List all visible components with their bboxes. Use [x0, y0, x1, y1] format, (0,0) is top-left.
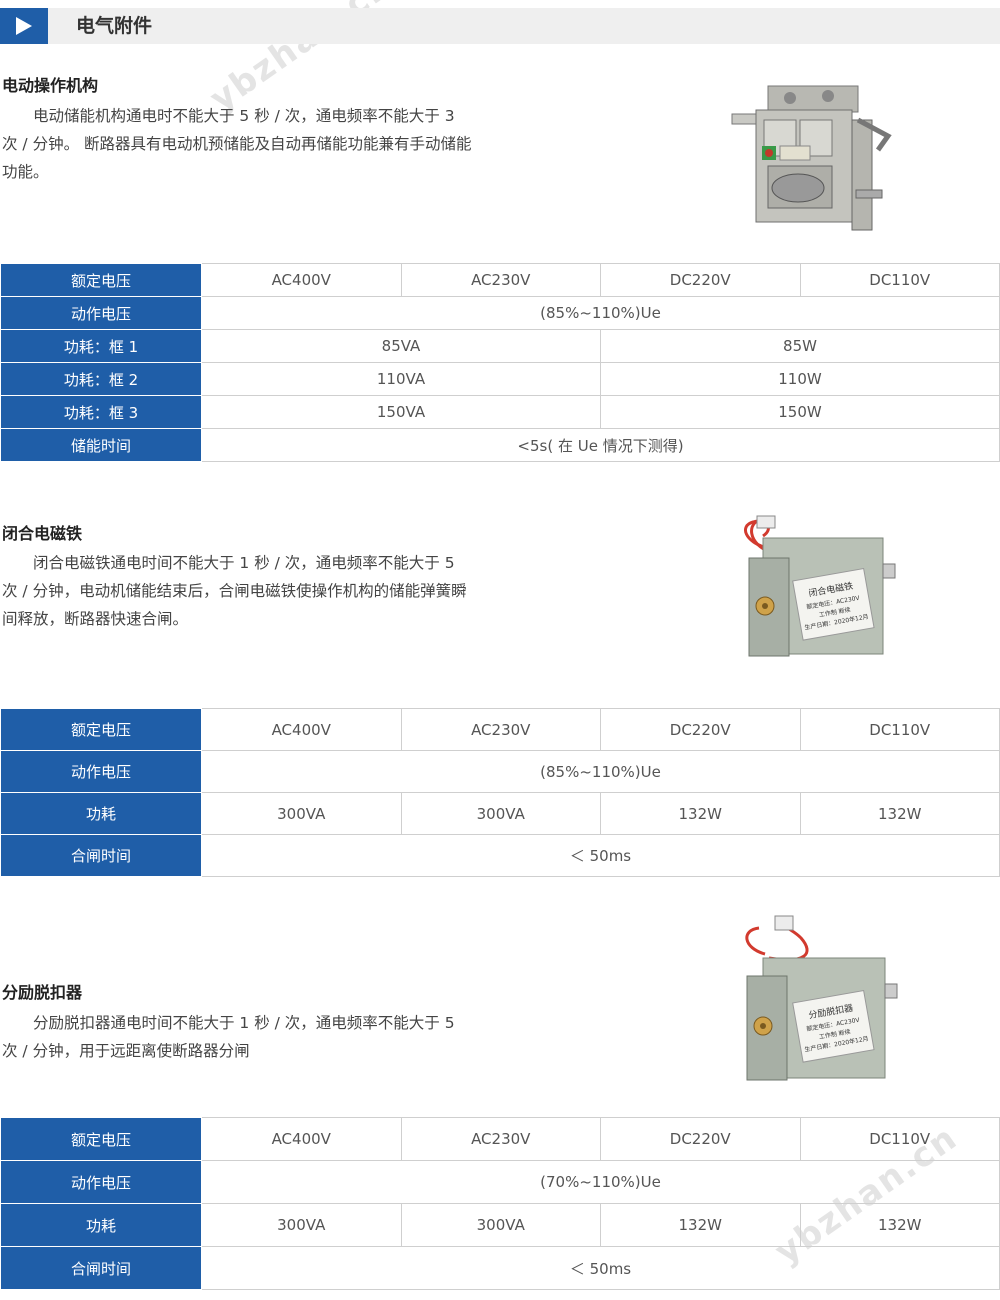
- row-label: 功耗: [0, 1203, 202, 1247]
- row-label: 合闸时间: [0, 1246, 202, 1290]
- shunt-release-image: 分励脱扣器 额定电压：AC230V 工作制 断续 生产日期：2020年12月: [745, 915, 898, 1081]
- table-cell: 132W: [600, 792, 801, 835]
- table-cell: <5s( 在 Ue 情况下测得): [201, 428, 1000, 462]
- table-cell: (70%~110%)Ue: [201, 1160, 1000, 1204]
- table-cell: AC400V: [201, 263, 402, 297]
- section-title-motor-operator: 电动操作机构: [2, 76, 99, 95]
- table-cell: 300VA: [400, 1203, 601, 1247]
- table-cell: 150W: [600, 395, 1000, 429]
- section-description: 闭合电磁铁通电时间不能大于 1 秒 / 次，通电频率不能大于 5 次 / 分钟，…: [2, 554, 467, 628]
- row-label: 功耗：框 2: [0, 362, 202, 396]
- table-cell: AC230V: [400, 263, 601, 297]
- closing-coil-image: 闭合电磁铁 额定电压：AC230V 工作制 断续 生产日期：2020年12月: [744, 515, 896, 657]
- table-cell: AC230V: [400, 708, 601, 751]
- table-cell: 85W: [600, 329, 1000, 363]
- table-cell: 300VA: [400, 792, 601, 835]
- table-cell: DC110V: [799, 1117, 1000, 1161]
- play-arrow-icon: [0, 8, 48, 44]
- section-description: 分励脱扣器通电时间不能大于 1 秒 / 次，通电频率不能大于 5 次 / 分钟，…: [2, 1014, 455, 1060]
- table-cell: 150VA: [201, 395, 601, 429]
- row-label: 合闸时间: [0, 834, 202, 877]
- row-label: 额定电压: [0, 263, 202, 297]
- table-cell: 85VA: [201, 329, 601, 363]
- section-description: 电动储能机构通电时不能大于 5 秒 / 次，通电频率不能大于 3 次 / 分钟。…: [2, 107, 472, 181]
- row-label: 功耗: [0, 792, 202, 835]
- table-cell: 110W: [600, 362, 1000, 396]
- table-cell: DC110V: [799, 263, 1000, 297]
- table-cell: DC220V: [600, 708, 801, 751]
- row-label: 额定电压: [0, 708, 202, 751]
- row-label: 动作电压: [0, 1160, 202, 1204]
- table-cell: 132W: [799, 1203, 1000, 1247]
- table-cell: 300VA: [201, 792, 402, 835]
- table-cell: DC110V: [799, 708, 1000, 751]
- table-cell: AC400V: [201, 708, 402, 751]
- table-cell: ＜ 50ms: [201, 1246, 1000, 1290]
- table-cell: 132W: [799, 792, 1000, 835]
- page-title: 电气附件: [76, 15, 153, 37]
- row-label: 功耗：框 1: [0, 329, 202, 363]
- section-title-closing-coil: 闭合电磁铁: [2, 524, 83, 543]
- row-label: 动作电压: [0, 296, 202, 330]
- table-cell: DC220V: [600, 1117, 801, 1161]
- table-cell: 300VA: [201, 1203, 402, 1247]
- row-label: 功耗：框 3: [0, 395, 202, 429]
- section-title-shunt-release: 分励脱扣器: [2, 983, 83, 1002]
- spec-table-motor-operator: 额定电压 AC400V AC230V DC220V DC110V 动作电压 (8…: [0, 263, 1000, 462]
- row-label: 动作电压: [0, 750, 202, 793]
- spec-table-closing-coil: 额定电压 AC400V AC230V DC220V DC110V 动作电压 (8…: [0, 708, 1000, 877]
- table-cell: 110VA: [201, 362, 601, 396]
- spec-table-shunt-release: 额定电压 AC400V AC230V DC220V DC110V 动作电压 (7…: [0, 1117, 1000, 1290]
- section-header: 电气附件: [0, 8, 1000, 44]
- table-cell: (85%~110%)Ue: [201, 750, 1000, 793]
- table-cell: (85%~110%)Ue: [201, 296, 1000, 330]
- motor-operator-image: [731, 85, 892, 231]
- table-cell: AC230V: [400, 1117, 601, 1161]
- row-label: 储能时间: [0, 428, 202, 462]
- table-cell: ＜ 50ms: [201, 834, 1000, 877]
- table-cell: 132W: [600, 1203, 801, 1247]
- table-cell: DC220V: [600, 263, 801, 297]
- table-cell: AC400V: [201, 1117, 402, 1161]
- row-label: 额定电压: [0, 1117, 202, 1161]
